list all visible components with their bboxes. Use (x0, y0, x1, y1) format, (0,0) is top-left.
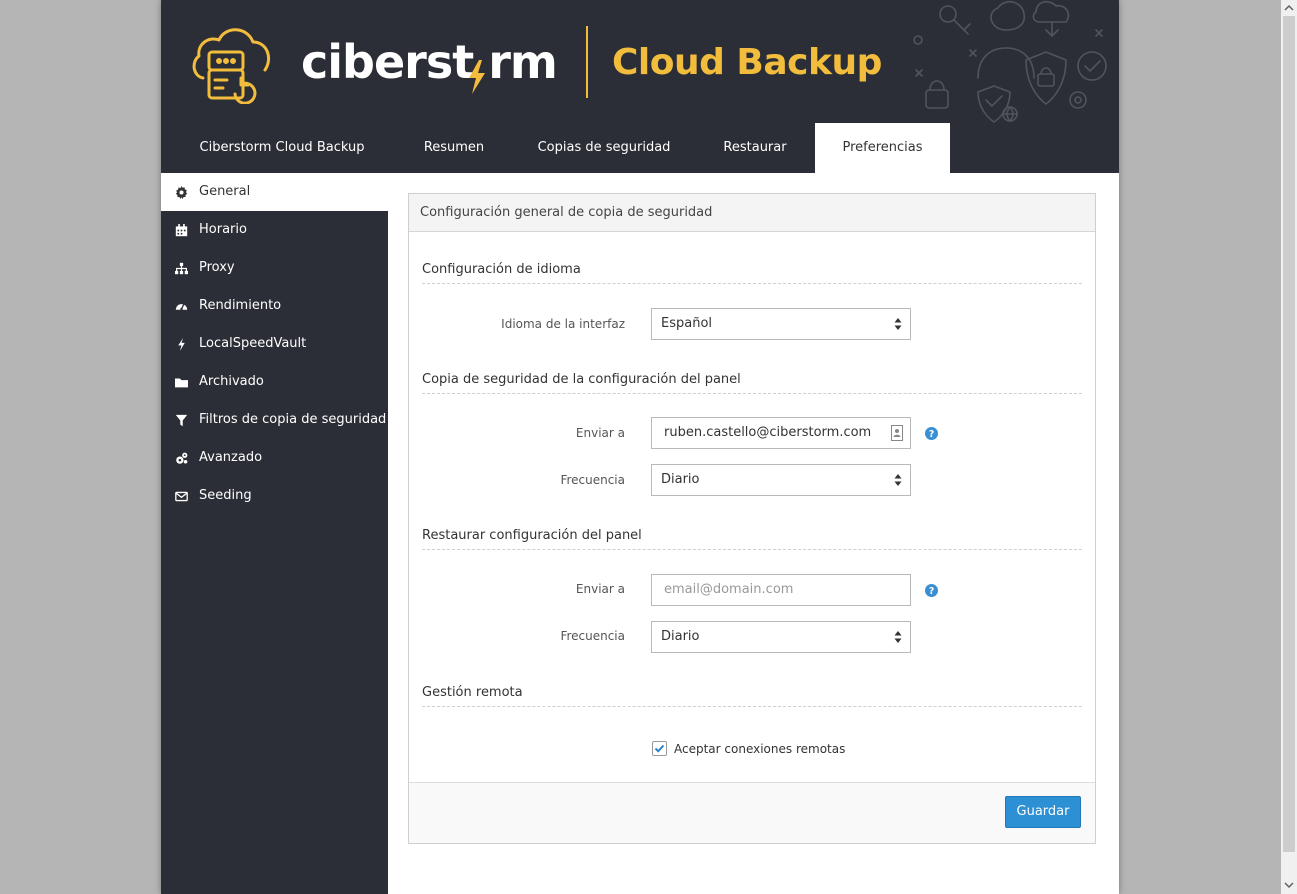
section-title-restore-config: Restaurar configuración del panel (422, 528, 1082, 550)
sidebar-item-filtros[interactable]: Filtros de copia de seguridad (161, 401, 388, 439)
tab-restaurar[interactable]: Restaurar (703, 123, 807, 173)
main-tabs: Ciberstorm Cloud Backup Resumen Copias d… (161, 123, 1119, 173)
scrollbar-thumb[interactable] (1283, 16, 1295, 852)
backup-frequency-select[interactable]: Diario (651, 464, 911, 496)
gauge-icon (175, 303, 188, 311)
sidebar-item-label: Seeding (199, 488, 252, 503)
sidebar-item-label: Proxy (199, 260, 235, 275)
sidebar-item-label: Filtros de copia de seguridad (199, 412, 387, 427)
help-icon[interactable]: ? (925, 427, 938, 440)
remote-connections-label: Aceptar conexiones remotas (674, 742, 846, 756)
sidebar-item-label: LocalSpeedVault (199, 336, 307, 351)
sidebar-item-localspeedvault[interactable]: LocalSpeedVault (161, 325, 388, 363)
sidebar-item-horario[interactable]: Horario (161, 211, 388, 249)
checkmark-icon (654, 744, 665, 753)
sidebar: General Horario Proxy Rendimiento LocalS… (161, 173, 388, 894)
sidebar-item-seeding[interactable]: Seeding (161, 477, 388, 515)
settings-panel: Configuración general de copia de seguri… (408, 193, 1096, 844)
app-window: ciberst rm Cloud Backup Ciberstorm Cloud… (161, 0, 1119, 894)
cloud-server-logo-icon (192, 28, 270, 104)
sidebar-item-label: Avanzado (199, 450, 263, 465)
remote-connections-checkbox[interactable] (652, 741, 667, 756)
save-button[interactable]: Guardar (1005, 796, 1081, 828)
sidebar-item-label: Horario (199, 222, 247, 237)
sidebar-item-label: Archivado (199, 374, 264, 389)
scrollbar[interactable] (1281, 0, 1297, 894)
section-title-remote: Gestión remota (422, 685, 1082, 707)
section-title-backup-config: Copia de seguridad de la configuración d… (422, 372, 1082, 394)
cogs-icon (176, 452, 188, 464)
header-divider (586, 26, 588, 98)
scroll-down-arrow-icon[interactable] (1284, 880, 1294, 890)
frequency-label: Frecuencia (560, 473, 625, 487)
section-title-language: Configuración de idioma (422, 262, 1082, 284)
restore-send-to-input[interactable]: email@domain.com (651, 574, 911, 606)
backup-send-to-value: ruben.castello@ciberstorm.com (664, 425, 872, 440)
tab-ciberstorm-cloud-backup[interactable]: Ciberstorm Cloud Backup (161, 123, 403, 173)
calendar-icon (175, 224, 188, 237)
brand-text: ciberst rm (301, 35, 558, 89)
send-to-label: Enviar a (575, 426, 625, 440)
send-to-label: Enviar a (575, 582, 625, 596)
folder-icon (175, 378, 188, 388)
gear-icon (175, 186, 188, 199)
tab-preferencias[interactable]: Preferencias (815, 123, 950, 173)
header-banner: ciberst rm Cloud Backup Ciberstorm Cloud… (161, 0, 1119, 173)
contact-card-icon (891, 425, 903, 441)
lightning-bolt-icon (469, 60, 485, 94)
sort-arrows-icon (894, 318, 902, 330)
backup-send-to-input[interactable]: ruben.castello@ciberstorm.com (651, 417, 911, 449)
restore-frequency-select[interactable]: Diario (651, 621, 911, 653)
scroll-up-arrow-icon[interactable] (1284, 3, 1294, 13)
sitemap-icon (175, 262, 188, 275)
svg-text:?: ? (929, 429, 934, 440)
sidebar-item-label: Rendimiento (199, 298, 282, 313)
security-decoration-icon (913, 0, 1107, 123)
tab-resumen[interactable]: Resumen (403, 123, 505, 173)
envelope-icon (175, 491, 188, 502)
svg-text:?: ? (929, 586, 934, 597)
sidebar-item-avanzado[interactable]: Avanzado (161, 439, 388, 477)
sort-arrows-icon (894, 631, 902, 643)
bolt-icon (178, 338, 185, 351)
language-label: Idioma de la interfaz (501, 317, 625, 331)
frequency-label: Frecuencia (560, 629, 625, 643)
panel-footer: Guardar (409, 782, 1095, 843)
sidebar-item-archivado[interactable]: Archivado (161, 363, 388, 401)
language-select-value: Español (661, 316, 713, 331)
sidebar-item-rendimiento[interactable]: Rendimiento (161, 287, 388, 325)
backup-frequency-value: Diario (661, 472, 700, 487)
brand-wordmark: ciberst rm (301, 30, 558, 94)
restore-send-to-placeholder: email@domain.com (664, 582, 794, 597)
tab-copias-de-seguridad[interactable]: Copias de seguridad (505, 123, 703, 173)
sort-arrows-icon (894, 474, 902, 486)
panel-title: Configuración general de copia de seguri… (409, 194, 1095, 232)
sidebar-item-proxy[interactable]: Proxy (161, 249, 388, 287)
sidebar-item-general[interactable]: General (161, 173, 388, 211)
product-name: Cloud Backup (612, 42, 882, 83)
restore-frequency-value: Diario (661, 629, 700, 644)
sidebar-item-label: General (199, 184, 251, 199)
filter-icon (175, 414, 188, 427)
help-icon[interactable]: ? (925, 584, 938, 597)
language-select[interactable]: Español (651, 308, 911, 340)
